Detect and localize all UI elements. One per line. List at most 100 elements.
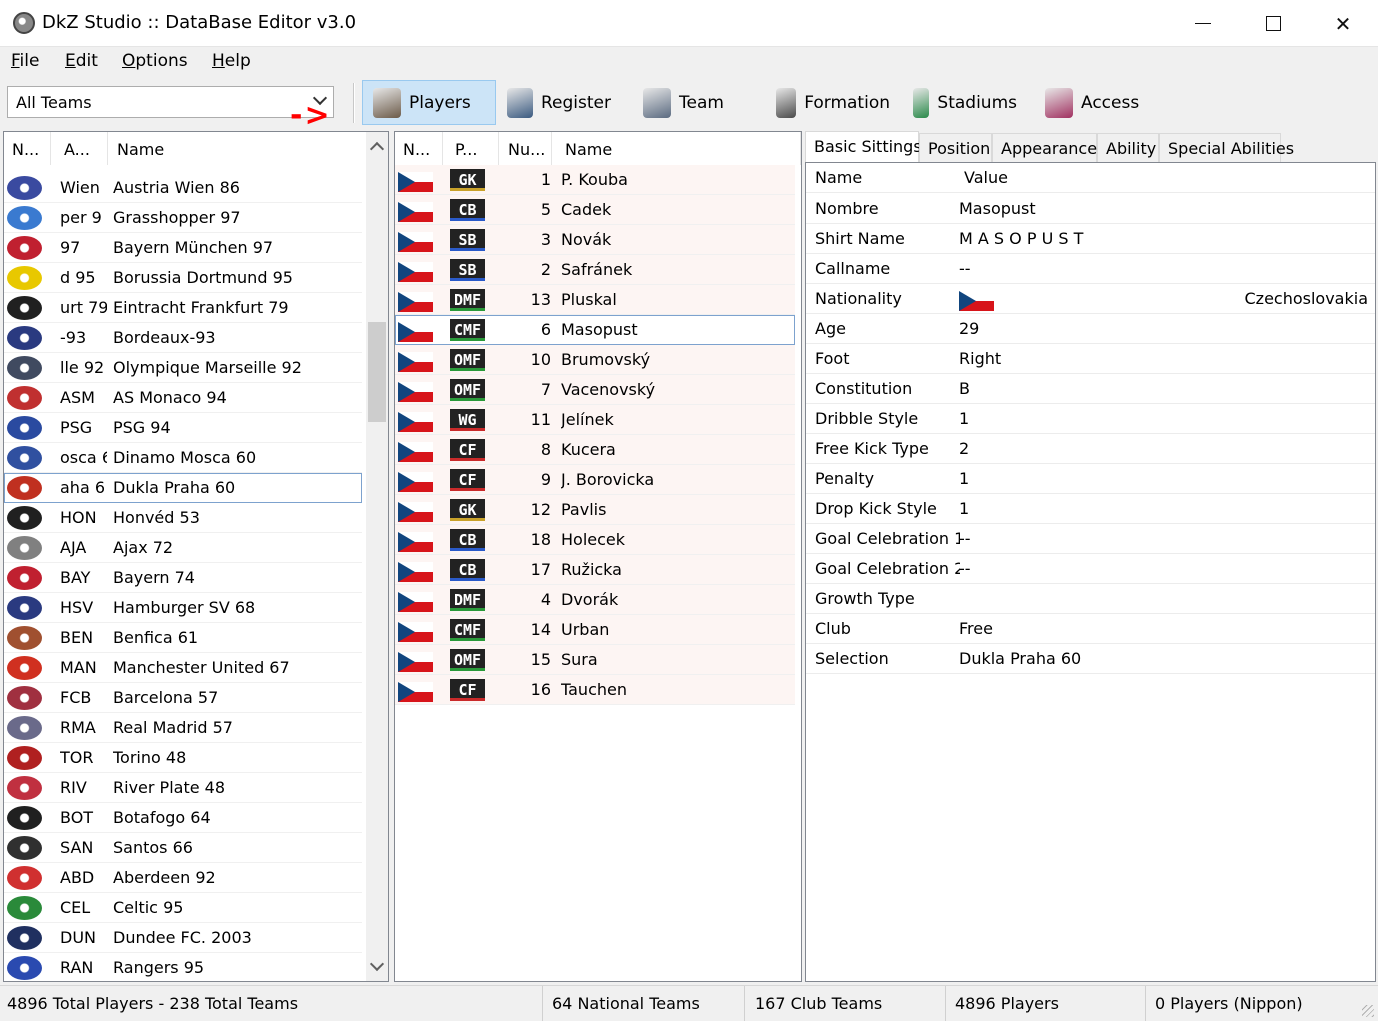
detail-row[interactable]: Selection Dukla Praha 60 — [806, 644, 1375, 674]
column-header-position[interactable]: P... — [447, 132, 499, 165]
detail-value: 1 — [959, 469, 970, 488]
detail-row[interactable]: Goal Celebration 2 -- — [806, 554, 1375, 584]
detail-row[interactable]: Dribble Style 1 — [806, 404, 1375, 434]
team-row[interactable]: -93 Bordeaux-93 — [4, 323, 362, 353]
team-row[interactable]: aha 6 Dukla Praha 60 — [4, 473, 362, 503]
player-row[interactable]: SB 2 Safránek — [395, 255, 795, 285]
menu-options[interactable]: Options — [122, 51, 188, 71]
column-header-player-name[interactable]: Name — [557, 132, 801, 165]
team-row[interactable]: BAY Bayern 74 — [4, 563, 362, 593]
team-row[interactable]: BEN Benfica 61 — [4, 623, 362, 653]
minimize-button[interactable] — [1168, 0, 1238, 47]
menu-help[interactable]: Help — [212, 51, 251, 71]
teams-scrollbar[interactable] — [366, 132, 388, 981]
player-name: Dvorák — [561, 590, 619, 609]
team-row[interactable]: 97 Bayern München 97 — [4, 233, 362, 263]
team-row[interactable]: osca 6 Dinamo Mosca 60 — [4, 443, 362, 473]
team-row[interactable]: AJA Ajax 72 — [4, 533, 362, 563]
detail-row[interactable]: Drop Kick Style 1 — [806, 494, 1375, 524]
detail-row[interactable]: Callname -- — [806, 254, 1375, 284]
menu-file[interactable]: File — [11, 51, 39, 71]
detail-row[interactable]: Nationality Czechoslovakia — [806, 284, 1375, 314]
player-row[interactable]: CB 18 Holecek — [395, 525, 795, 555]
team-abbr: DUN — [60, 928, 96, 947]
player-row[interactable]: GK 12 Pavlis — [395, 495, 795, 525]
detail-row[interactable]: Age 29 — [806, 314, 1375, 344]
scroll-down-icon[interactable] — [369, 956, 385, 972]
team-row[interactable]: RAN Rangers 95 — [4, 953, 362, 981]
detail-value: Dukla Praha 60 — [959, 649, 1082, 668]
player-row[interactable]: CF 9 J. Borovicka — [395, 465, 795, 495]
player-row[interactable]: CMF 6 Masopust — [395, 315, 795, 345]
team-row[interactable]: SAN Santos 66 — [4, 833, 362, 863]
column-header-nation[interactable]: N... — [4, 132, 51, 165]
tab-basic-sittings[interactable]: Basic Sittings — [805, 131, 922, 163]
column-header-nationality[interactable]: N... — [395, 132, 443, 165]
column-header-name[interactable]: Name — [109, 132, 367, 165]
team-row[interactable]: d 95 Borussia Dortmund 95 — [4, 263, 362, 293]
tab-ability[interactable]: Ability — [1097, 133, 1159, 163]
team-row[interactable]: CEL Celtic 95 — [4, 893, 362, 923]
team-row[interactable]: TOR Torino 48 — [4, 743, 362, 773]
player-row[interactable]: CMF 14 Urban — [395, 615, 795, 645]
team-name: Santos 66 — [113, 838, 193, 857]
toolbar-team-button[interactable]: Team — [633, 80, 741, 125]
team-row[interactable]: DUN Dundee FC. 2003 — [4, 923, 362, 953]
player-row[interactable]: CF 16 Tauchen — [395, 675, 795, 705]
toolbar-stadiums-button[interactable]: Stadiums — [903, 80, 1027, 125]
scroll-up-icon[interactable] — [369, 141, 385, 157]
team-row[interactable]: RMA Real Madrid 57 — [4, 713, 362, 743]
tab-appearance[interactable]: Appearance — [992, 133, 1097, 163]
team-row[interactable]: urt 79 Eintracht Frankfurt 79 — [4, 293, 362, 323]
team-crest-icon — [7, 836, 42, 860]
player-row[interactable]: SB 3 Novák — [395, 225, 795, 255]
player-row[interactable]: CF 8 Kucera — [395, 435, 795, 465]
detail-row[interactable]: Penalty 1 — [806, 464, 1375, 494]
detail-row[interactable]: Free Kick Type 2 — [806, 434, 1375, 464]
detail-row[interactable]: Goal Celebration 1 -- — [806, 524, 1375, 554]
menu-edit[interactable]: Edit — [65, 51, 98, 71]
team-row[interactable]: ABD Aberdeen 92 — [4, 863, 362, 893]
resize-grip-icon[interactable] — [1362, 1005, 1374, 1017]
team-row[interactable]: Wien Austria Wien 86 — [4, 173, 362, 203]
column-header-abbr[interactable]: A... — [56, 132, 108, 165]
detail-row[interactable]: Foot Right — [806, 344, 1375, 374]
team-row[interactable]: HSV Hamburger SV 68 — [4, 593, 362, 623]
team-row[interactable]: FCB Barcelona 57 — [4, 683, 362, 713]
player-row[interactable]: WG 11 Jelínek — [395, 405, 795, 435]
team-row[interactable]: RIV River Plate 48 — [4, 773, 362, 803]
toolbar-register-button[interactable]: Register — [497, 80, 621, 125]
detail-key: Growth Type — [815, 589, 915, 608]
toolbar-formation-button[interactable]: Formation — [766, 80, 900, 125]
player-row[interactable]: GK 1 P. Kouba — [395, 165, 795, 195]
team-row[interactable]: HON Honvéd 53 — [4, 503, 362, 533]
player-row[interactable]: DMF 4 Dvorák — [395, 585, 795, 615]
team-row[interactable]: BOT Botafogo 64 — [4, 803, 362, 833]
detail-row[interactable]: Club Free — [806, 614, 1375, 644]
player-row[interactable]: DMF 13 Pluskal — [395, 285, 795, 315]
close-button[interactable]: ✕ — [1308, 0, 1378, 47]
player-row[interactable]: CB 5 Cadek — [395, 195, 795, 225]
maximize-button[interactable] — [1238, 0, 1308, 47]
detail-row[interactable]: Growth Type — [806, 584, 1375, 614]
toolbar-players-button[interactable]: Players — [362, 80, 496, 125]
scroll-thumb[interactable] — [368, 322, 386, 422]
team-row[interactable]: ASM AS Monaco 94 — [4, 383, 362, 413]
player-row[interactable]: OMF 7 Vacenovský — [395, 375, 795, 405]
team-row[interactable]: lle 92 Olympique Marseille 92 — [4, 353, 362, 383]
team-filter-dropdown[interactable]: All Teams — [7, 86, 334, 118]
detail-row[interactable]: Shirt Name M A S O P U S T — [806, 224, 1375, 254]
column-header-number[interactable]: Nu... — [500, 132, 552, 165]
team-abbr: RIV — [60, 778, 87, 797]
tab-special-abilities[interactable]: Special Abilities — [1159, 133, 1294, 163]
player-row[interactable]: CB 17 Ružicka — [395, 555, 795, 585]
detail-row[interactable]: Nombre Masopust — [806, 194, 1375, 224]
team-row[interactable]: per 9 Grasshopper 97 — [4, 203, 362, 233]
team-row[interactable]: PSG PSG 94 — [4, 413, 362, 443]
player-row[interactable]: OMF 10 Brumovský — [395, 345, 795, 375]
detail-row[interactable]: Constitution B — [806, 374, 1375, 404]
tab-position[interactable]: Position — [919, 133, 992, 163]
team-row[interactable]: MAN Manchester United 67 — [4, 653, 362, 683]
toolbar-access-button[interactable]: Access — [1035, 80, 1151, 125]
player-row[interactable]: OMF 15 Sura — [395, 645, 795, 675]
